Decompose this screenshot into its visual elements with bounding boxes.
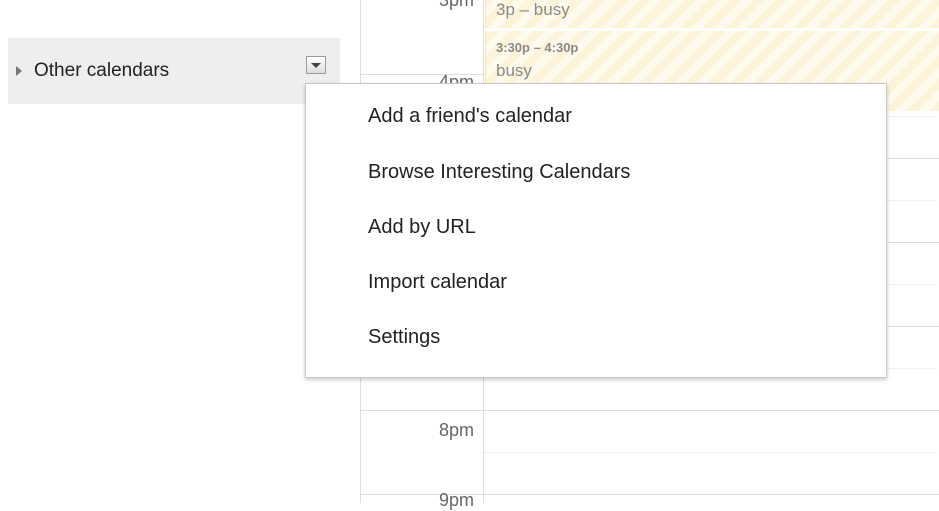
hour-line <box>361 410 939 411</box>
event-title: busy <box>496 61 532 80</box>
other-calendars-menu: Add a friend's calendar Browse Interesti… <box>305 83 887 378</box>
chevron-down-icon <box>311 63 321 68</box>
menu-item-add-by-url[interactable]: Add by URL <box>306 204 886 250</box>
menu-item-add-friends-calendar[interactable]: Add a friend's calendar <box>306 93 886 139</box>
other-calendars-label[interactable]: Other calendars <box>34 60 169 82</box>
event-time: 3:30p – 4:30p <box>496 40 579 55</box>
time-label-3pm: 3pm <box>438 0 474 10</box>
busy-event[interactable]: 3p – busy <box>485 0 939 28</box>
menu-item-settings[interactable]: Settings <box>306 314 886 360</box>
half-hour-line <box>484 452 939 453</box>
time-label-8pm: 8pm <box>438 420 474 440</box>
menu-item-import-calendar[interactable]: Import calendar <box>306 259 886 305</box>
time-label-9pm: 9pm <box>438 490 474 510</box>
other-calendars-section[interactable]: Other calendars <box>8 38 340 104</box>
expand-triangle-icon[interactable] <box>16 66 22 76</box>
other-calendars-options-button[interactable] <box>306 56 326 74</box>
menu-item-browse-interesting-calendars[interactable]: Browse Interesting Calendars <box>306 149 886 195</box>
event-title: 3p – busy <box>496 0 570 19</box>
